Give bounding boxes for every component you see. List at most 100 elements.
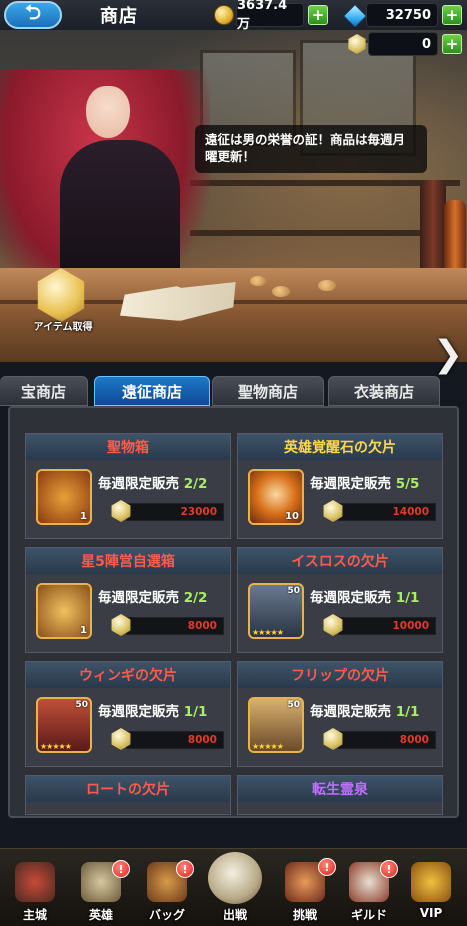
price-bar: 23000 bbox=[126, 503, 224, 521]
item-name-text: 星5陣営自選箱 bbox=[81, 554, 175, 570]
notification-badge: ! bbox=[318, 858, 336, 876]
limit-count: 1/1 bbox=[395, 590, 420, 606]
speech-bubble: 遠征は男の栄誉の証！商品は毎週月曜更新！ bbox=[195, 125, 427, 173]
weekly-limit-text: 毎週限定販売 bbox=[98, 704, 179, 720]
item-name: ロートの欠片 bbox=[26, 776, 230, 802]
nav-battle[interactable]: 出戦 bbox=[202, 848, 268, 925]
nav-label: VIP bbox=[419, 906, 443, 920]
weekly-limit-text: 毎週限定販売 bbox=[310, 590, 391, 606]
item-name-text: 聖物箱 bbox=[107, 440, 149, 456]
item-acquire-button[interactable]: アイテム取得 bbox=[26, 268, 100, 333]
hero-level: 50 bbox=[75, 700, 88, 710]
limit-count: 5/5 bbox=[395, 476, 420, 492]
weekly-limit: 毎週限定販売 2/2 bbox=[98, 472, 207, 492]
castle-icon bbox=[15, 862, 55, 902]
nav-guild[interactable]: ! ギルド bbox=[336, 848, 402, 925]
shop-item-card[interactable]: イスロスの欠片 50 ★★★★★ 毎週限定販売 1/1 10000 bbox=[237, 547, 443, 653]
notification-badge: ! bbox=[112, 860, 130, 878]
price-bar: 14000 bbox=[338, 503, 436, 521]
weekly-limit: 毎週限定販売 2/2 bbox=[98, 586, 207, 606]
nav-heroes[interactable]: ! 英雄 bbox=[68, 848, 134, 925]
item-name-text: フリップの欠片 bbox=[291, 668, 389, 684]
item-name: 英雄覚醒石の欠片 bbox=[238, 434, 442, 460]
weekly-limit-text: 毎週限定販売 bbox=[98, 476, 179, 492]
shop-item-card[interactable]: 英雄覚醒石の欠片 10 毎週限定販売 5/5 14000 bbox=[237, 433, 443, 539]
nav-label: 主城 bbox=[22, 908, 47, 922]
medal-amount: 0 bbox=[368, 32, 438, 56]
diamond-amount: 32750 bbox=[366, 3, 438, 27]
price-bar: 8000 bbox=[338, 731, 436, 749]
nav-vip[interactable]: VIP bbox=[398, 848, 464, 925]
item-name-text: ロートの欠片 bbox=[86, 782, 170, 798]
back-button[interactable]: ⮌ bbox=[4, 0, 62, 29]
item-name: ウィンギの欠片 bbox=[26, 662, 230, 688]
star-rating: ★★★★★ bbox=[252, 742, 284, 751]
item-name: イスロスの欠片 bbox=[238, 548, 442, 574]
shop-item-card[interactable]: フリップの欠片 50 ★★★★★ 毎週限定販売 1/1 8000 bbox=[237, 661, 443, 767]
gold-coin-icon bbox=[214, 5, 234, 25]
price-bar: 10000 bbox=[338, 617, 436, 635]
nav-label: 出戦 bbox=[222, 908, 247, 922]
page-title: 商店 bbox=[100, 6, 138, 27]
weekly-limit: 毎週限定販売 1/1 bbox=[310, 586, 419, 606]
medal-icon bbox=[37, 268, 85, 322]
cookie-image bbox=[250, 276, 266, 286]
cookie-image bbox=[318, 280, 336, 291]
limit-count: 2/2 bbox=[183, 590, 208, 606]
hero-portrait-icon: 50 ★★★★★ bbox=[248, 697, 304, 753]
item-name: 星5陣営自選箱 bbox=[26, 548, 230, 574]
weekly-limit: 毎週限定販売 1/1 bbox=[310, 700, 419, 720]
item-name: フリップの欠片 bbox=[238, 662, 442, 688]
tab-costume-shop[interactable]: 衣装商店 bbox=[328, 376, 440, 406]
nav-label: 英雄 bbox=[88, 908, 113, 922]
limit-count: 1/1 bbox=[395, 704, 420, 720]
item-name: 転生霊泉 bbox=[238, 776, 442, 802]
price-bar: 8000 bbox=[126, 731, 224, 749]
tab-treasure-shop[interactable]: 宝商店 bbox=[0, 376, 88, 406]
notification-badge: ! bbox=[176, 860, 194, 878]
shop-item-card[interactable]: 星5陣営自選箱 1 毎週限定販売 2/2 8000 bbox=[25, 547, 231, 653]
item-name-text: 英雄覚醒石の欠片 bbox=[284, 440, 396, 456]
item-quantity: 1 bbox=[80, 511, 87, 522]
tab-relic-shop[interactable]: 聖物商店 bbox=[212, 376, 324, 406]
tab-expedition-shop[interactable]: 遠征商店 bbox=[94, 376, 210, 406]
nav-label: 挑戦 bbox=[292, 908, 317, 922]
back-arrow-icon: ⮌ bbox=[24, 0, 42, 24]
relic-box-icon: 1 bbox=[36, 469, 92, 525]
shop-item-card[interactable]: ウィンギの欠片 50 ★★★★★ 毎週限定販売 1/1 8000 bbox=[25, 661, 231, 767]
battle-globe-icon bbox=[208, 852, 262, 904]
hero-portrait-icon: 50 ★★★★★ bbox=[36, 697, 92, 753]
nav-challenge[interactable]: ! 挑戦 bbox=[272, 848, 338, 925]
add-diamond-button[interactable]: + bbox=[442, 5, 462, 25]
next-arrow-icon[interactable]: ❯ bbox=[433, 335, 463, 375]
vip-crown-icon bbox=[411, 862, 451, 902]
weekly-limit-text: 毎週限定販売 bbox=[98, 590, 179, 606]
hero-level: 50 bbox=[287, 700, 300, 710]
hero-level: 50 bbox=[287, 586, 300, 596]
shop-item-card[interactable]: ロートの欠片 bbox=[25, 775, 231, 815]
star-rating: ★★★★★ bbox=[252, 628, 284, 637]
limit-count: 2/2 bbox=[183, 476, 208, 492]
star-rating: ★★★★★ bbox=[40, 742, 72, 751]
hero-portrait-icon: 50 ★★★★★ bbox=[248, 583, 304, 639]
shop-item-card[interactable]: 聖物箱 1 毎週限定販売 2/2 23000 bbox=[25, 433, 231, 539]
limit-count: 1/1 bbox=[183, 704, 208, 720]
shop-item-card[interactable]: 転生霊泉 bbox=[237, 775, 443, 815]
gold-amount: 3637.4万 bbox=[236, 0, 304, 32]
add-gold-button[interactable]: + bbox=[308, 5, 328, 25]
selection-box-icon: 1 bbox=[36, 583, 92, 639]
shopkeeper-face bbox=[86, 86, 130, 138]
item-name: 聖物箱 bbox=[26, 434, 230, 460]
notification-badge: ! bbox=[380, 860, 398, 878]
nav-bag[interactable]: ! バッグ bbox=[134, 848, 200, 925]
weekly-limit-text: 毎週限定販売 bbox=[310, 476, 391, 492]
weekly-limit: 毎週限定販売 1/1 bbox=[98, 700, 207, 720]
nav-label: バッグ bbox=[148, 908, 185, 922]
weekly-limit: 毎週限定販売 5/5 bbox=[310, 472, 419, 492]
awakening-stone-icon: 10 bbox=[248, 469, 304, 525]
nav-main-castle[interactable]: 主城 bbox=[2, 848, 68, 925]
add-medal-button[interactable]: + bbox=[442, 34, 462, 54]
item-quantity: 1 bbox=[80, 625, 87, 636]
nav-label: ギルド bbox=[350, 908, 387, 922]
item-acquire-label: アイテム取得 bbox=[33, 322, 93, 333]
